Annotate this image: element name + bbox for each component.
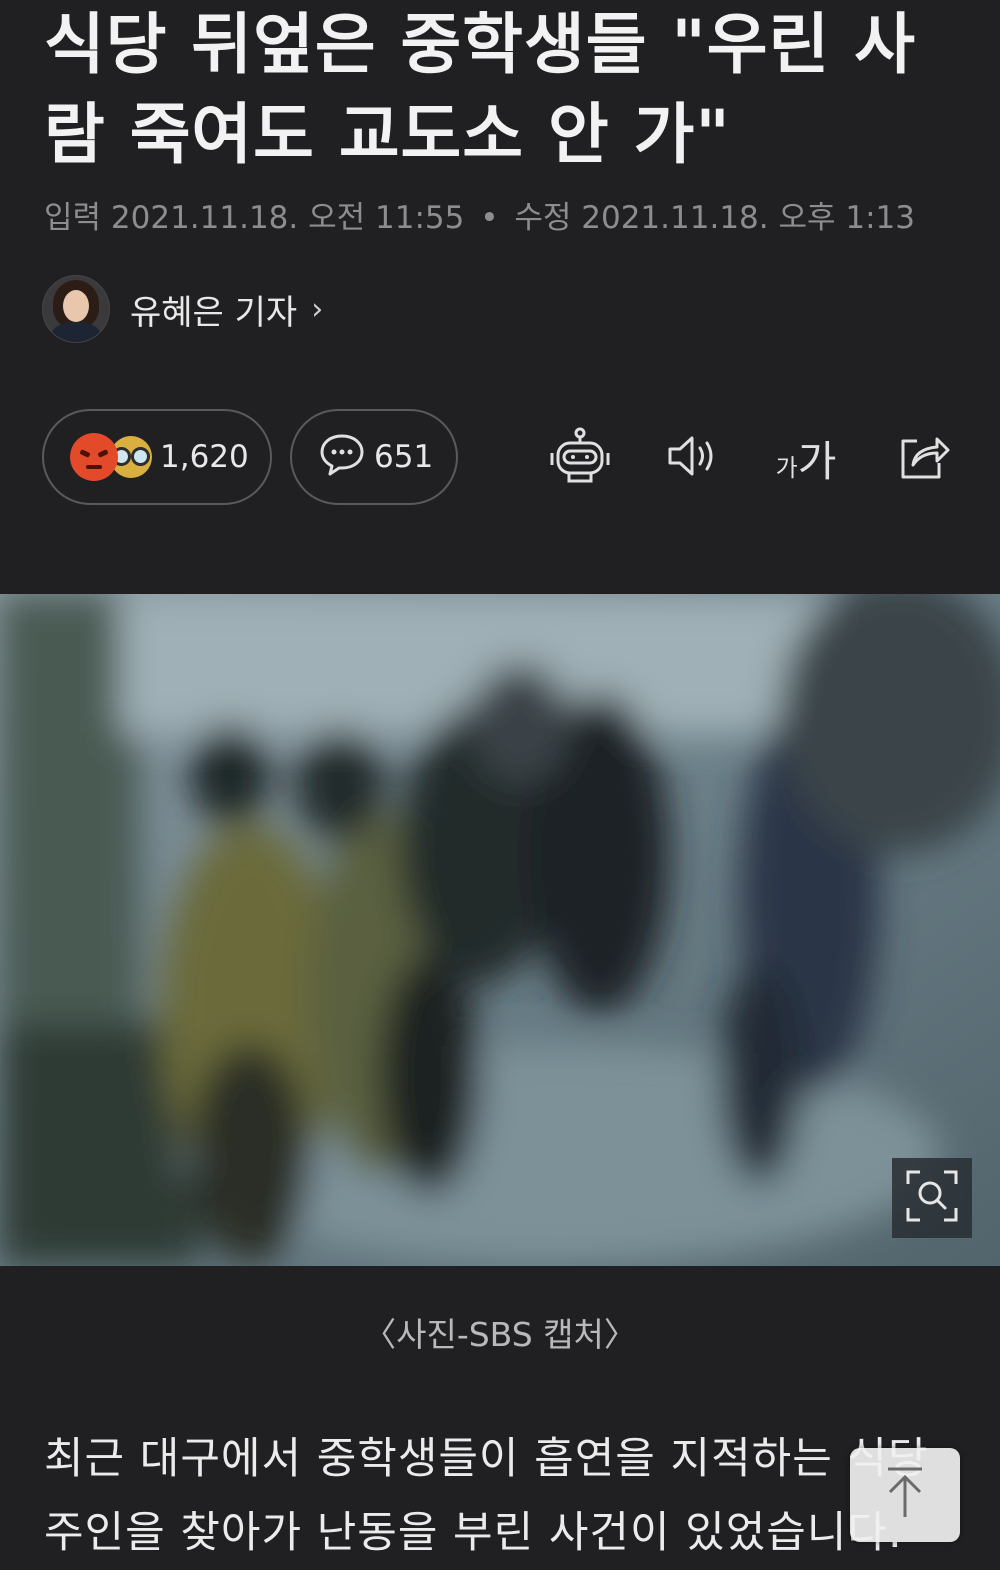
zoom-search-icon (904, 1168, 960, 1228)
date-separator: • (480, 200, 499, 236)
listen-button[interactable] (658, 420, 730, 496)
modified-date: 2021.11.18. 오후 1:13 (581, 200, 915, 236)
article-body-paragraph: 최근 대구에서 중학생들이 흡연을 지적하는 식당 주인을 찾아가 난동을 부린… (44, 1434, 929, 1558)
article-photo[interactable] (0, 594, 1000, 1266)
reaction-count: 1,620 (160, 439, 249, 475)
comment-count: 651 (374, 439, 434, 475)
scroll-to-top-button[interactable] (850, 1448, 960, 1542)
author-avatar (42, 275, 110, 343)
summary-robot-button[interactable] (544, 420, 616, 496)
font-size-button[interactable]: 가가 (770, 420, 842, 496)
article-dates: 입력 2021.11.18. 오전 11:55 • 수정 2021.11.18.… (44, 192, 915, 237)
zoom-image-button[interactable] (892, 1158, 972, 1238)
angry-emoji-icon (70, 433, 118, 481)
arrow-up-icon (882, 1465, 928, 1525)
reactions-button[interactable]: 1,620 (42, 409, 272, 505)
speaker-icon (666, 433, 722, 483)
font-size-small-glyph: 가 (775, 453, 798, 482)
comment-bubble-icon (318, 432, 366, 482)
article-headline: 식당 뒤엎은 중학생들 "우린 사람 죽여도 교도소 안 가" (44, 6, 916, 173)
published-label: 입력 (44, 200, 102, 236)
share-icon (897, 431, 951, 485)
published-date: 2021.11.18. 오전 11:55 (110, 200, 465, 236)
share-button[interactable] (888, 420, 960, 496)
comments-button[interactable]: 651 (290, 409, 458, 505)
chevron-right-icon: › (311, 291, 324, 327)
author-name: 유혜은 기자 (130, 292, 298, 333)
robot-icon (549, 425, 611, 491)
photo-caption: 〈사진-SBS 캡처〉 (363, 1315, 637, 1354)
author-link[interactable]: 유혜은 기자 › (42, 275, 323, 343)
modified-label: 수정 (514, 200, 572, 236)
font-size-big-glyph: 가 (797, 436, 837, 486)
font-size-icon: 가가 (776, 428, 837, 489)
